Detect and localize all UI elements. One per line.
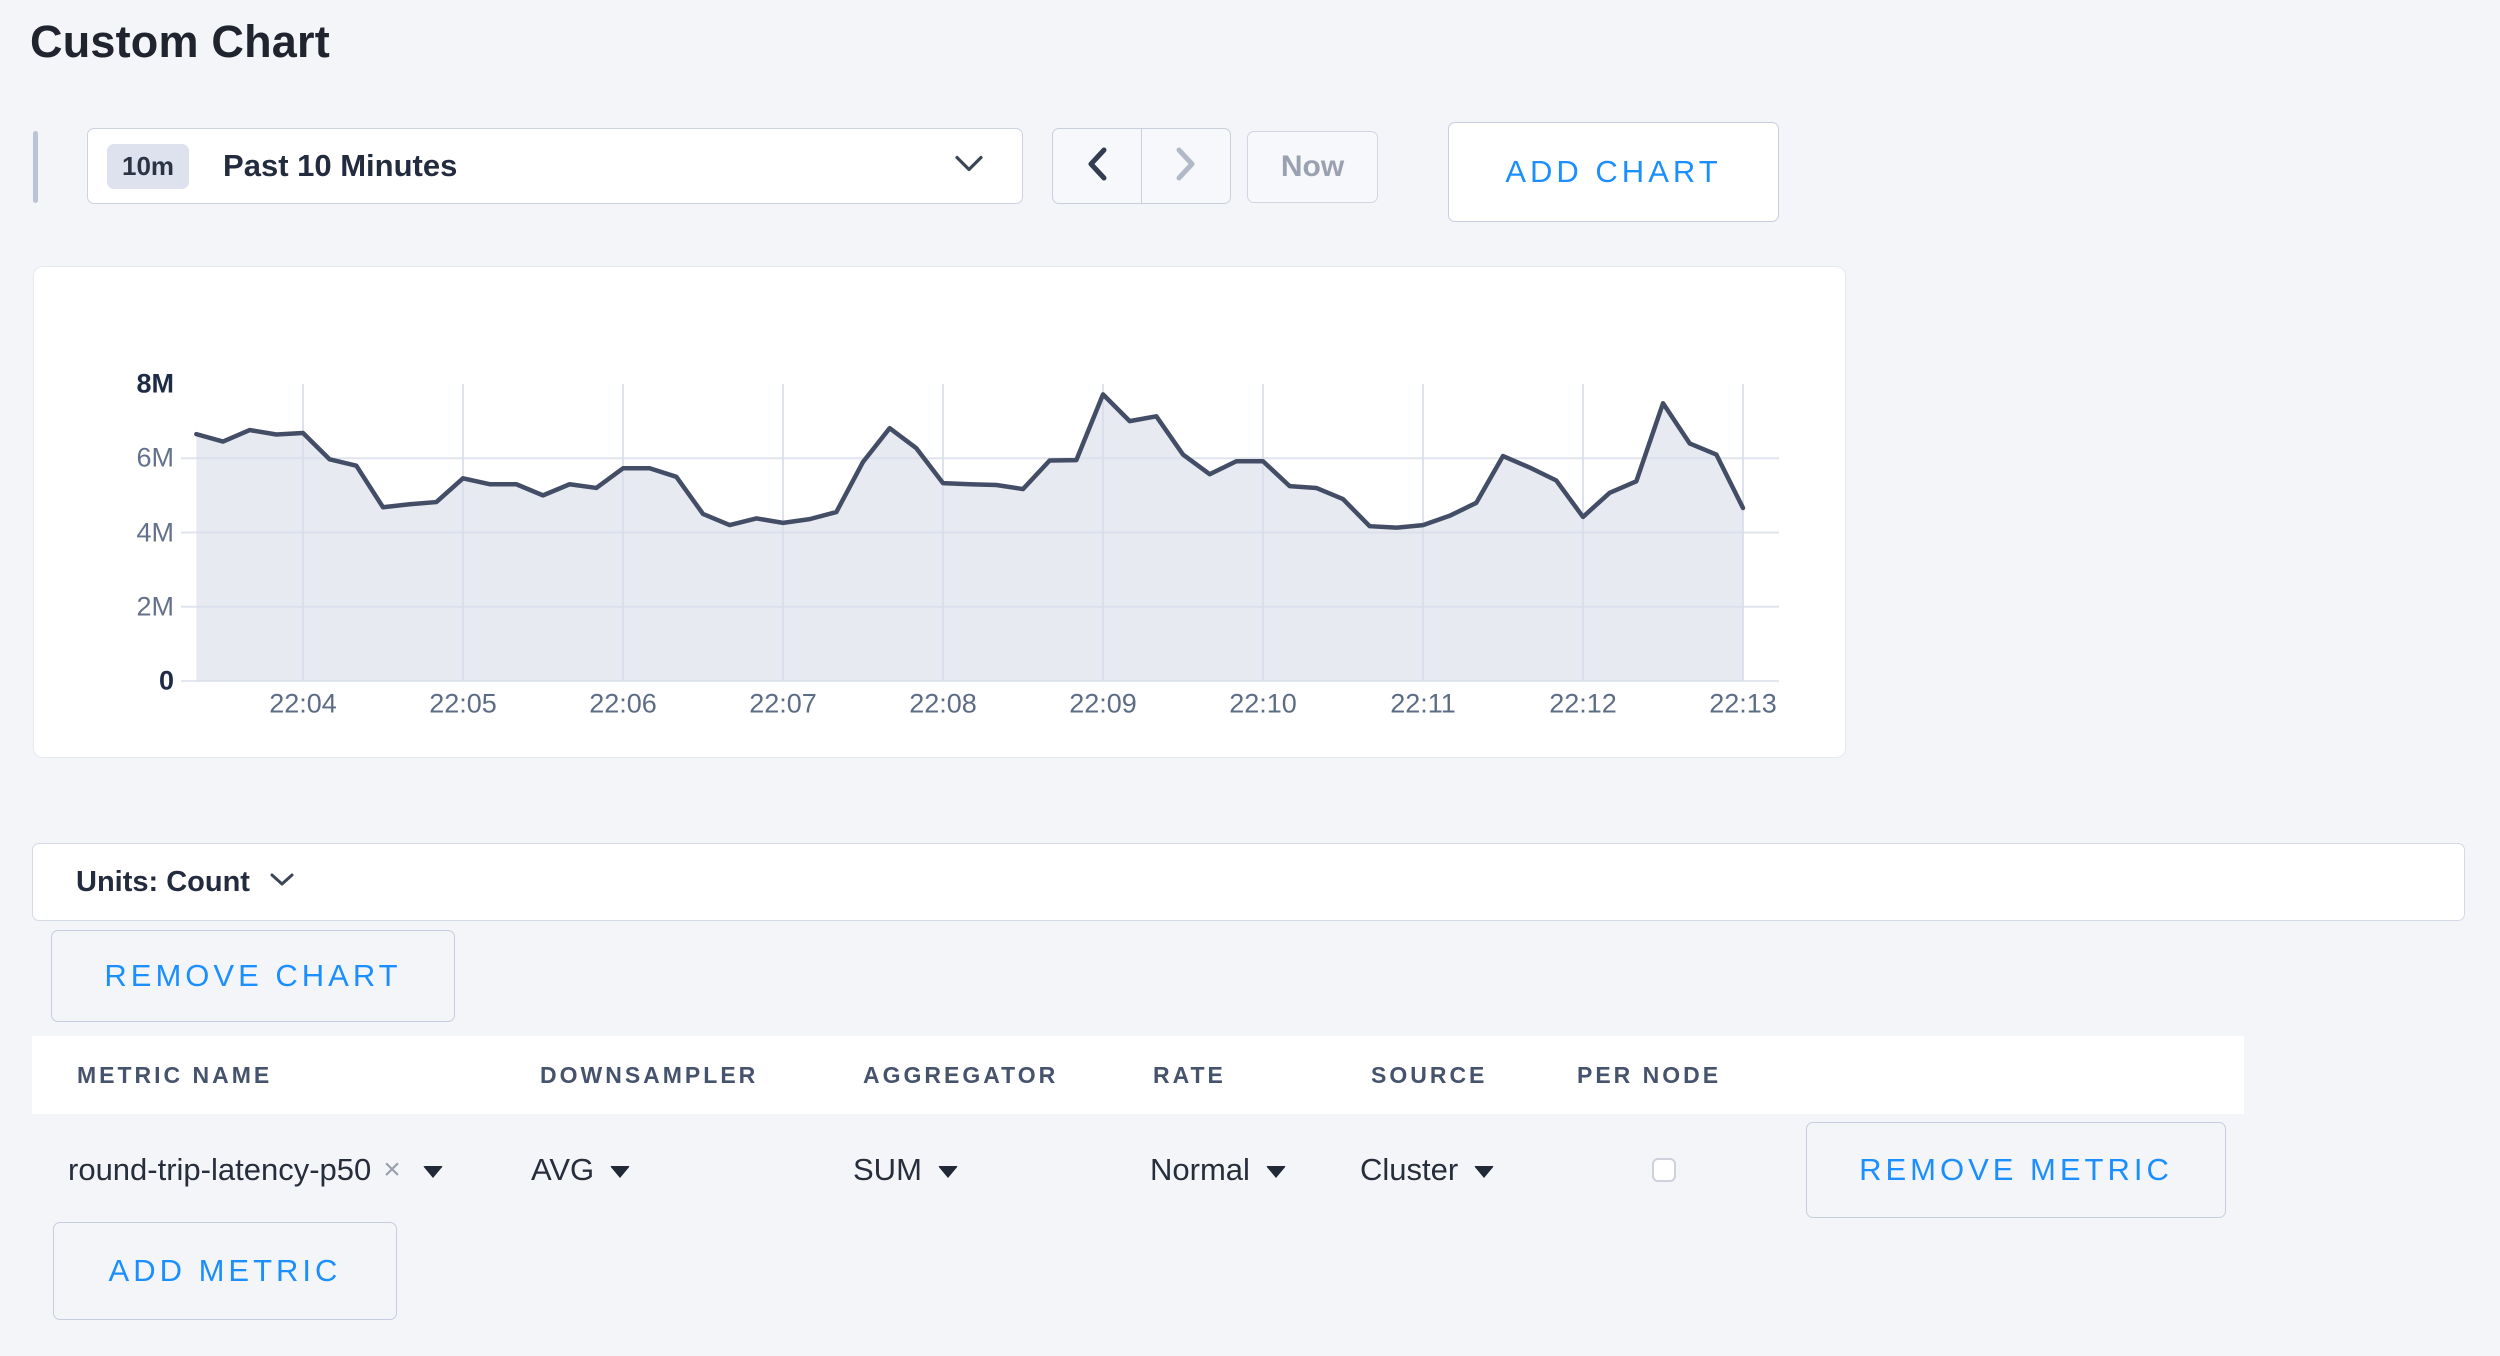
dropdown-arrow-icon [938,1166,958,1178]
time-range-label: Past 10 Minutes [223,148,457,184]
dropdown-arrow-icon [610,1166,630,1178]
column-header-rate: RATE [1153,1036,1226,1114]
x-axis-label: 22:07 [749,689,817,720]
time-range-badge: 10m [107,144,189,189]
x-axis-label: 22:10 [1229,689,1297,720]
y-axis-label: 4M [34,517,174,548]
per-node-checkbox[interactable] [1652,1158,1676,1182]
x-axis-label: 22:12 [1549,689,1617,720]
y-axis-label: 0 [34,666,174,697]
chart-card: 8M 6M 4M 2M 0 22:04 22:05 22:06 22:07 22:08 22:09 2… [33,266,1846,758]
now-button[interactable]: Now [1247,131,1378,203]
add-metric-button[interactable]: ADD METRIC [53,1222,397,1320]
clear-metric-icon[interactable]: × [383,1153,401,1187]
x-axis-label: 22:04 [269,689,337,720]
x-axis-label: 22:13 [1709,689,1777,720]
aggregator-select[interactable]: SUM [853,1152,958,1188]
dropdown-arrow-icon [423,1166,443,1178]
chevron-right-icon [1174,146,1198,187]
page-title: Custom Chart [30,16,330,68]
column-header-per-node: PER NODE [1577,1036,1721,1114]
chevron-down-icon [954,155,984,178]
y-axis-label: 2M [34,591,174,622]
x-axis-label: 22:06 [589,689,657,720]
time-range-dropdown[interactable]: 10m Past 10 Minutes [87,128,1023,204]
downsampler-value: AVG [531,1152,594,1188]
rate-select[interactable]: Normal [1150,1152,1286,1188]
metrics-table-header: METRIC NAME DOWNSAMPLER AGGREGATOR RATE … [32,1036,2244,1114]
add-chart-button[interactable]: ADD CHART [1448,122,1779,222]
metric-name-value: round-trip-latency-p50 [68,1152,371,1188]
metric-name-select[interactable]: round-trip-latency-p50 × [68,1152,443,1188]
dropdown-arrow-icon [1266,1166,1286,1178]
shift-back-button[interactable] [1053,129,1142,203]
units-label: Units: Count [76,866,250,899]
source-value: Cluster [1360,1152,1458,1188]
latency-area-chart [34,267,1847,759]
downsampler-select[interactable]: AVG [531,1152,630,1188]
rate-value: Normal [1150,1152,1250,1188]
column-header-aggregator: AGGREGATOR [863,1036,1058,1114]
x-axis-label: 22:11 [1390,689,1456,720]
toolbar-accent-bar [33,131,38,203]
chevron-left-icon [1085,146,1109,187]
x-axis-label: 22:08 [909,689,977,720]
column-header-downsampler: DOWNSAMPLER [540,1036,758,1114]
aggregator-value: SUM [853,1152,922,1188]
column-header-source: SOURCE [1371,1036,1487,1114]
dropdown-arrow-icon [1474,1166,1494,1178]
shift-forward-button[interactable] [1142,129,1230,203]
x-axis-label: 22:05 [429,689,497,720]
y-axis-label: 6M [34,443,174,474]
remove-chart-button[interactable]: REMOVE CHART [51,930,455,1022]
source-select[interactable]: Cluster [1360,1152,1494,1188]
x-axis-label: 22:09 [1069,689,1137,720]
chevron-down-icon [270,873,294,892]
y-axis-label: 8M [34,369,174,400]
remove-metric-button[interactable]: REMOVE METRIC [1806,1122,2226,1218]
column-header-metric-name: METRIC NAME [77,1036,272,1114]
time-shift-button-group [1052,128,1231,204]
units-dropdown[interactable]: Units: Count [32,843,2465,921]
